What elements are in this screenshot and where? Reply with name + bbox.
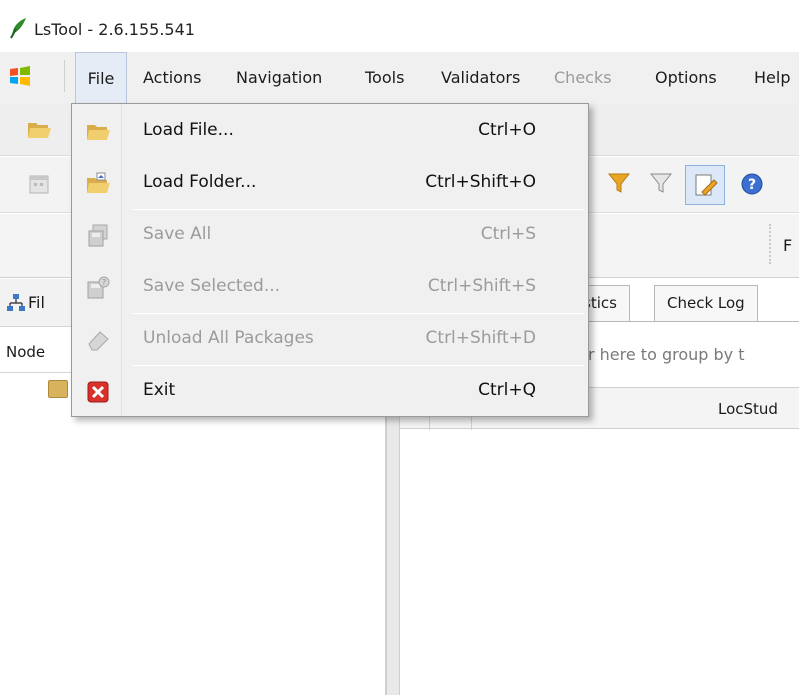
menu-item-shortcut: Ctrl+Shift+S	[427, 276, 536, 296]
help-icon[interactable]: ?	[739, 171, 765, 197]
menu-item-exit[interactable]: Exit Ctrl+Q	[72, 366, 588, 418]
clear-filter-icon[interactable]	[648, 170, 674, 196]
menu-item-label: Unload All Packages	[143, 328, 314, 348]
node-column-label: Node	[6, 343, 46, 361]
menu-checks[interactable]: Checks	[550, 52, 616, 104]
menu-item-shortcut: Ctrl+Shift+D	[425, 328, 536, 348]
menu-bar: File Actions Navigation Tools Validators…	[0, 52, 799, 104]
menu-file[interactable]: File	[75, 52, 127, 104]
menu-item-shortcut: Ctrl+Shift+O	[425, 172, 536, 192]
menu-item-label: Load File...	[143, 120, 234, 140]
menu-item-label: Load Folder...	[143, 172, 257, 192]
edit-document-icon	[695, 174, 718, 196]
menu-actions[interactable]: Actions	[139, 52, 205, 104]
save-selected-icon: ?	[87, 276, 110, 299]
title-bar: LsTool - 2.6.155.541	[0, 0, 799, 52]
menu-item-label: Exit	[143, 380, 176, 400]
menu-separator	[64, 60, 65, 92]
menu-item-shortcut: Ctrl+S	[480, 224, 536, 244]
menu-item-load-file[interactable]: Load File... Ctrl+O	[72, 106, 588, 158]
group-by-hint: der here to group by t	[568, 345, 745, 364]
tab-check-log[interactable]: Check Log	[654, 285, 758, 321]
menu-tools[interactable]: Tools	[361, 52, 408, 104]
menu-item-label: Save All	[143, 224, 212, 244]
edit-toggle-button[interactable]	[685, 165, 725, 205]
hierarchy-icon	[7, 294, 25, 311]
window-title: LsTool - 2.6.155.541	[34, 20, 195, 39]
open-folder-icon[interactable]	[26, 117, 52, 143]
windows-flag-icon[interactable]	[9, 66, 31, 86]
pane-header-label: Fil	[28, 293, 45, 312]
toolbar-cut-label[interactable]: F	[783, 236, 792, 255]
eraser-icon	[88, 331, 109, 351]
menu-item-unload-all-packages[interactable]: Unload All Packages Ctrl+Shift+D	[72, 314, 588, 366]
menu-item-shortcut: Ctrl+O	[478, 120, 536, 140]
filter-icon[interactable]	[606, 170, 632, 196]
file-menu-dropdown: Load File... Ctrl+O Load Folder... Ctrl+…	[71, 103, 589, 417]
menu-help[interactable]: Help	[750, 52, 794, 104]
save-all-icon	[88, 224, 108, 247]
exit-icon	[87, 381, 109, 403]
open-folder-icon	[87, 125, 110, 140]
toolbar-grip[interactable]	[769, 224, 771, 264]
svg-text:?: ?	[102, 278, 106, 287]
package-folder-icon[interactable]	[48, 380, 68, 398]
load-folder-icon	[87, 172, 110, 193]
menu-item-load-folder[interactable]: Load Folder... Ctrl+Shift+O	[72, 158, 588, 210]
menu-navigation[interactable]: Navigation	[232, 52, 326, 104]
menu-item-label: Save Selected...	[143, 276, 281, 296]
menu-options[interactable]: Options	[651, 52, 721, 104]
column-locstud[interactable]: LocStud	[718, 400, 778, 418]
svg-text:?: ?	[748, 177, 756, 193]
calendar-icon[interactable]	[26, 171, 52, 197]
leaf-app-icon	[10, 18, 26, 39]
menu-item-save-selected[interactable]: ? Save Selected... Ctrl+Shift+S	[72, 262, 588, 314]
menu-item-shortcut: Ctrl+Q	[478, 380, 536, 400]
menu-validators[interactable]: Validators	[437, 52, 524, 104]
menu-item-save-all[interactable]: Save All Ctrl+S	[72, 210, 588, 262]
